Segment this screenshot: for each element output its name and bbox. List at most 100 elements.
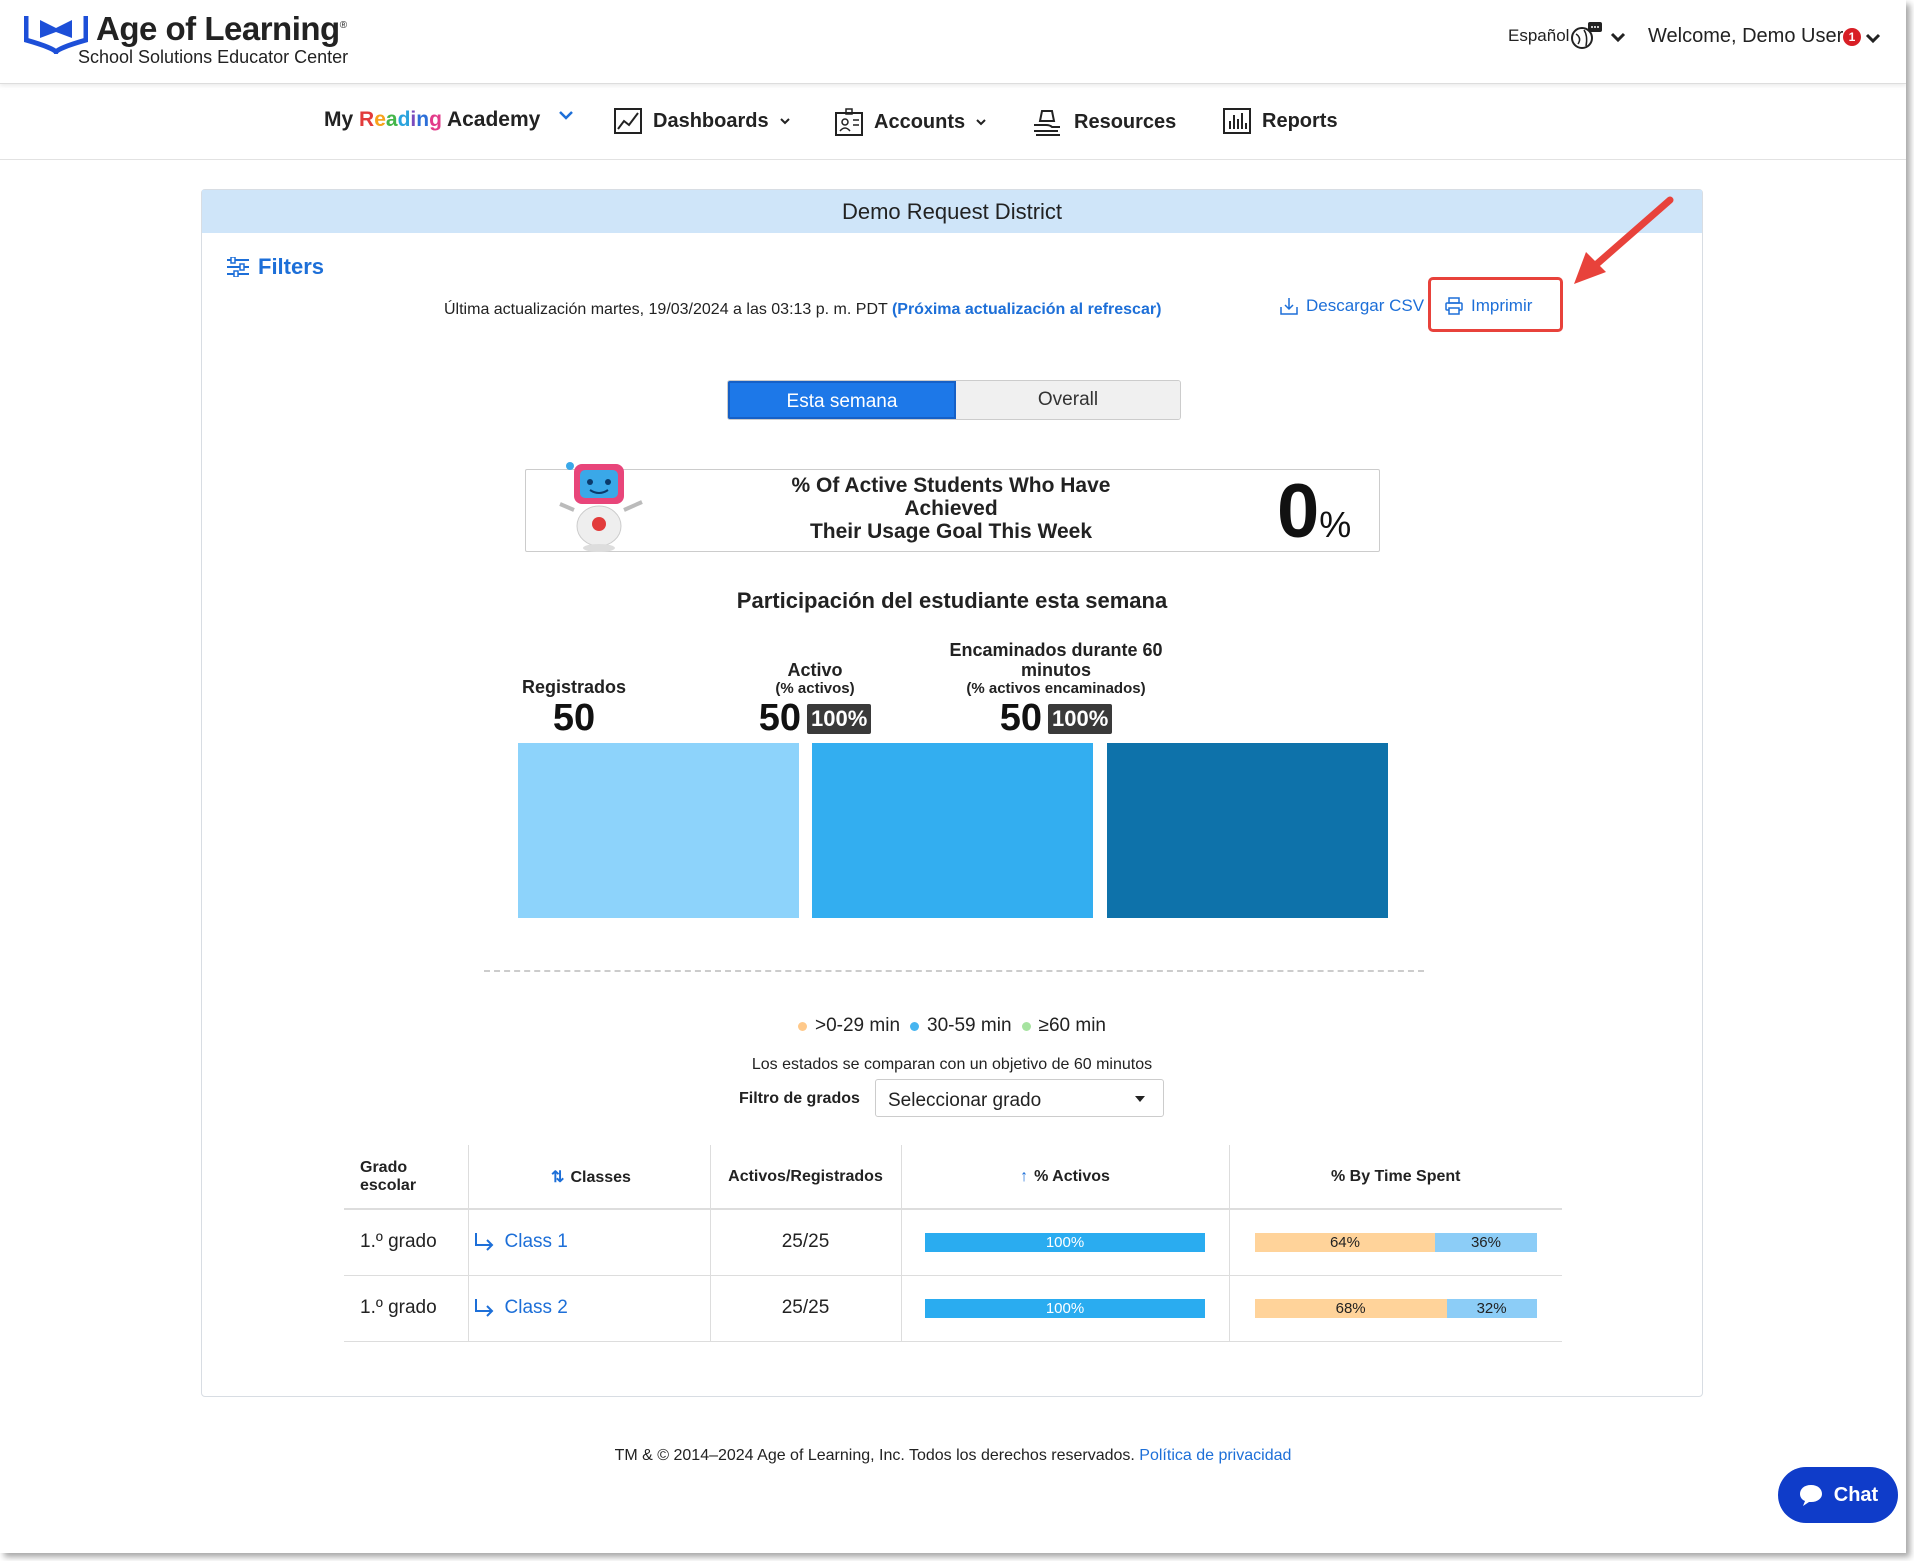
section-divider xyxy=(484,970,1424,972)
active-subtitle: (% activos) xyxy=(775,680,855,697)
time-spent-bar: 68% 32% xyxy=(1254,1298,1537,1318)
on-track-bar xyxy=(1107,743,1388,918)
language-chevron-down-icon[interactable] xyxy=(1610,31,1626,43)
product-switcher[interactable]: My Reading Academy xyxy=(324,108,540,132)
sub-arrow-icon xyxy=(474,1299,493,1317)
user-chevron-down-icon[interactable] xyxy=(1865,32,1881,44)
header-time-spent[interactable]: % By Time Spent xyxy=(1229,1145,1562,1210)
brand-subtitle: School Solutions Educator Center xyxy=(78,47,349,67)
time-legend: >0-29 min 30-59 min ≥60 min xyxy=(202,1015,1702,1037)
active-progress-bar: 100% xyxy=(925,1298,1205,1318)
nav-accounts[interactable]: Accounts xyxy=(834,107,987,137)
grade-select-value: Seleccionar grado xyxy=(888,1090,1042,1111)
on-track-title: Encaminados durante 60 minutos xyxy=(949,640,1163,680)
active-column: Activo (% activos) 50 100% xyxy=(675,580,955,740)
on-track-badge: 100% xyxy=(1048,703,1113,734)
brand-name: Age of Learning® xyxy=(96,10,347,47)
registered-title: Registrados xyxy=(521,677,627,697)
annotation-arrow-icon xyxy=(1574,196,1674,284)
time-spent-bar: 64% 36% xyxy=(1254,1232,1537,1252)
on-track-value: 50 100% xyxy=(916,697,1196,740)
refresh-link[interactable]: (Próxima actualización al refrescar) xyxy=(892,301,1161,318)
nav-reports-label: Reports xyxy=(1262,109,1338,132)
chat-button[interactable]: Chat xyxy=(1778,1467,1898,1523)
nav-dashboards[interactable]: Dashboards xyxy=(613,107,791,135)
top-header: Age of Learning® School Solutions Educat… xyxy=(0,0,1906,84)
time-segment-30-59: 32% xyxy=(1446,1298,1537,1318)
download-csv-label: Descargar CSV xyxy=(1306,296,1425,315)
row-active-bar-cell: 100% xyxy=(901,1275,1230,1342)
dashboards-chevron-down-icon xyxy=(779,118,790,125)
legend-item-60: ≥60 min xyxy=(1021,1015,1106,1037)
filters-button[interactable]: Filters xyxy=(226,254,324,280)
bar-chart-icon xyxy=(1223,108,1251,134)
last-updated-text: Última actualización martes, 19/03/2024 … xyxy=(444,301,1162,318)
tab-this-week[interactable]: Esta semana xyxy=(728,381,956,419)
sort-both-icon: ⇅ xyxy=(551,1168,565,1186)
time-segment-0-29: 68% xyxy=(1254,1298,1447,1318)
table-row: 1.º grado Class 1 25/25 100% 64% 36% xyxy=(344,1209,1562,1276)
nav-reports[interactable]: Reports xyxy=(1222,107,1338,135)
row-grade: 1.º grado xyxy=(344,1275,469,1342)
header-grade[interactable]: Grado escolar xyxy=(344,1145,469,1210)
language-selector[interactable]: Español xyxy=(1508,26,1569,46)
product-chevron-down-icon[interactable] xyxy=(558,109,574,121)
period-tabs: Esta semana Overall xyxy=(727,380,1181,420)
row-time-cell: 64% 36% xyxy=(1229,1209,1562,1276)
nav-resources[interactable]: Resources xyxy=(1032,107,1176,137)
legend-item-0-29: >0-29 min xyxy=(798,1015,900,1037)
class-link[interactable]: Class 2 xyxy=(505,1297,568,1319)
header-classes[interactable]: ⇅ Classes xyxy=(468,1145,711,1210)
footer: TM & © 2014–2024 Age of Learning, Inc. T… xyxy=(614,1447,1292,1464)
chat-bubble-icon xyxy=(1799,1485,1822,1506)
row-grade: 1.º grado xyxy=(344,1209,469,1276)
legend-dot-green xyxy=(1021,1022,1031,1031)
usage-goal-value: 0% xyxy=(1277,469,1352,554)
time-segment-30-59: 36% xyxy=(1435,1232,1537,1252)
row-class[interactable]: Class 1 xyxy=(468,1209,711,1276)
district-card: Demo Request District Filters Última act… xyxy=(201,189,1703,1397)
welcome-user-menu[interactable]: Welcome, Demo User xyxy=(1648,25,1843,48)
usage-goal-label: % Of Active Students Who Have Achieved T… xyxy=(791,474,1111,543)
row-ratio: 25/25 xyxy=(710,1275,902,1342)
sort-up-icon: ↑ xyxy=(1020,1167,1029,1185)
chat-label: Chat xyxy=(1833,1483,1879,1506)
row-class[interactable]: Class 2 xyxy=(468,1275,711,1342)
on-track-subtitle: (% activos encaminados) xyxy=(966,680,1146,697)
hand-book-icon xyxy=(1034,110,1060,136)
row-active-bar-cell: 100% xyxy=(901,1209,1230,1276)
accounts-chevron-down-icon xyxy=(976,119,986,126)
privacy-link[interactable]: Política de privacidad xyxy=(1139,1447,1291,1464)
download-icon xyxy=(1280,298,1298,315)
usage-goal-panel: % Of Active Students Who Have Achieved T… xyxy=(525,462,1380,552)
id-card-icon xyxy=(835,108,863,136)
nav-resources-label: Resources xyxy=(1074,110,1177,133)
row-ratio: 25/25 xyxy=(710,1209,902,1276)
filters-label: Filters xyxy=(258,254,325,279)
tab-overall[interactable]: Overall xyxy=(956,381,1180,419)
on-track-column: Encaminados durante 60 minutos (% activo… xyxy=(916,580,1196,740)
notification-badge[interactable]: 1 xyxy=(1843,28,1861,46)
active-title: Activo xyxy=(787,660,843,680)
header-active-registered[interactable]: Activos/Registrados xyxy=(710,1145,902,1210)
grade-select[interactable]: Seleccionar grado xyxy=(875,1079,1164,1117)
robot-mascot-icon xyxy=(559,462,643,552)
page-frame: Age of Learning® School Solutions Educat… xyxy=(0,0,1906,1553)
time-segment-0-29: 64% xyxy=(1254,1232,1436,1252)
table-header-row: Grado escolar ⇅ Classes Activos/Registrad… xyxy=(344,1145,1562,1210)
active-bar xyxy=(812,743,1093,918)
header-percent-active[interactable]: ↑% Activos xyxy=(901,1145,1230,1210)
sub-arrow-icon xyxy=(474,1233,493,1251)
download-csv-button[interactable]: Descargar CSV xyxy=(1280,296,1424,316)
row-time-cell: 68% 32% xyxy=(1229,1275,1562,1342)
caret-down-icon xyxy=(1135,1096,1145,1102)
nav-accounts-label: Accounts xyxy=(874,110,966,133)
registered-value: 50 xyxy=(552,697,596,739)
class-link[interactable]: Class 1 xyxy=(505,1231,568,1253)
grade-filter-label: Filtro de grados xyxy=(739,1090,860,1107)
legend-dot-blue xyxy=(910,1022,920,1031)
classes-table: Grado escolar ⇅ Classes Activos/Registrad… xyxy=(344,1145,1562,1342)
active-badge: 100% xyxy=(807,703,872,734)
chart-icon xyxy=(614,108,642,134)
language-globe-icon[interactable] xyxy=(1568,20,1604,52)
